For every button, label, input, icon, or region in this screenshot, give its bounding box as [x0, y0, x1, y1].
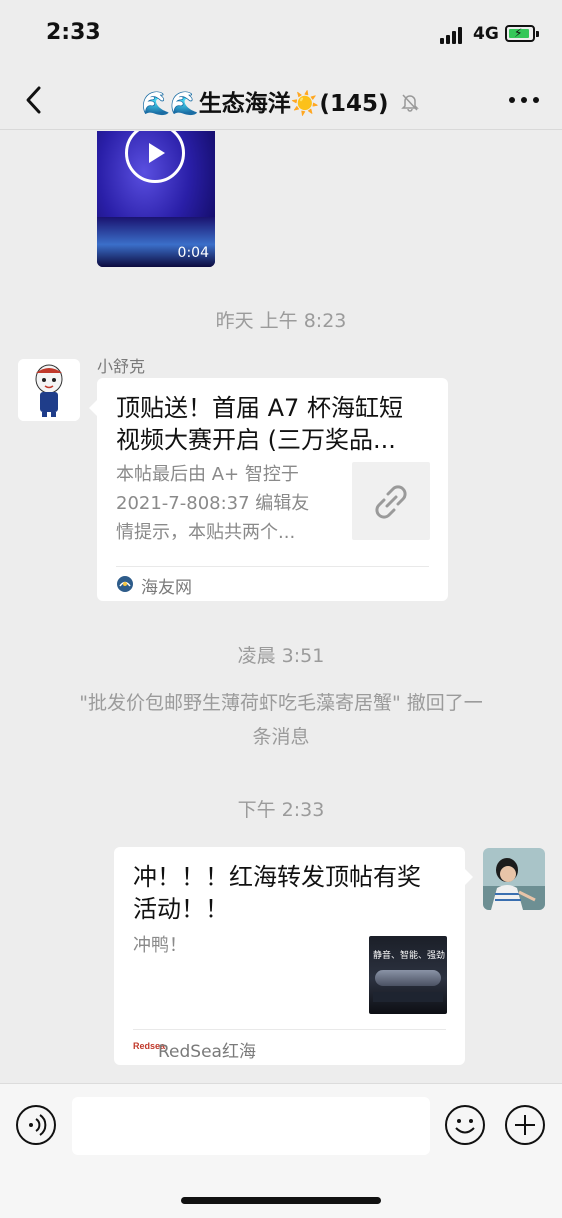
- plus-button[interactable]: [504, 1104, 546, 1146]
- chat-messages[interactable]: 0:04 昨天 上午 8:23 小舒克 顶贴送！首届 A7 杯海缸短 视频大赛开…: [0, 131, 562, 1083]
- video-message[interactable]: 0:04: [97, 131, 215, 267]
- status-time: 2:33: [46, 20, 101, 45]
- play-icon: [125, 131, 185, 183]
- message-input[interactable]: [72, 1097, 430, 1155]
- link-card-source: 海友网: [141, 578, 192, 598]
- emoji-icon: [445, 1105, 485, 1145]
- chat-title-wrap[interactable]: 🌊🌊生态海洋☀️(145): [0, 84, 562, 118]
- link-card-description: 本帖最后由 A+ 智控于 2021-7-808:37 编辑友 情提示，本贴共两个…: [116, 464, 310, 543]
- status-bar: 2:33 4G ⚡: [0, 0, 562, 70]
- link-card-message[interactable]: 顶贴送！首届 A7 杯海缸短 视频大赛开启 (三万奖品... 本帖最后由 A+ …: [89, 378, 448, 601]
- recall-notice: "批发价包邮野生薄荷虾吃毛藻寄居蟹" 撤回了一 条消息: [79, 692, 483, 748]
- message-timestamp: 下午 2:33: [237, 799, 325, 821]
- more-button[interactable]: [506, 88, 542, 112]
- ellipsis-icon: [509, 97, 539, 103]
- card-divider: [116, 566, 429, 567]
- video-duration: 0:04: [177, 245, 209, 261]
- own-card-title: 冲！！！红海转发顶帖有奖 活动！！: [133, 863, 421, 923]
- own-link-card-message[interactable]: 冲！！！红海转发顶帖有奖 活动！！ 冲鸭！ 静音、智能、强劲 Redsea Re…: [114, 847, 473, 1065]
- own-avatar[interactable]: [483, 848, 545, 910]
- bell-slash-icon: [400, 92, 420, 118]
- link-icon: [352, 462, 430, 540]
- sender-avatar[interactable]: [18, 359, 80, 421]
- message-timestamp: 凌晨 3:51: [237, 645, 325, 667]
- signal-icon: [440, 26, 466, 44]
- message-timestamp: 昨天 上午 8:23: [215, 310, 347, 332]
- voice-icon: [16, 1105, 56, 1145]
- emoji-button[interactable]: [444, 1104, 486, 1146]
- product-thumbnail: 静音、智能、强劲: [369, 936, 447, 1014]
- plus-icon: [505, 1105, 545, 1145]
- source-logo-icon: [116, 575, 134, 597]
- chat-header: 🌊🌊生态海洋☀️(145): [0, 70, 562, 130]
- home-indicator[interactable]: [181, 1197, 381, 1204]
- network-type: 4G: [473, 24, 499, 44]
- own-card-description: 冲鸭！: [133, 935, 187, 956]
- voice-button[interactable]: [15, 1104, 57, 1146]
- link-card-title: 顶贴送！首届 A7 杯海缸短 视频大赛开启 (三万奖品...: [116, 394, 403, 454]
- own-card-source: RedSea红海: [158, 1042, 256, 1062]
- chat-title: 🌊🌊生态海洋☀️(145): [141, 91, 389, 117]
- card-divider: [133, 1029, 446, 1030]
- battery-icon: ⚡: [505, 25, 539, 42]
- sender-name: 小舒克: [97, 357, 146, 376]
